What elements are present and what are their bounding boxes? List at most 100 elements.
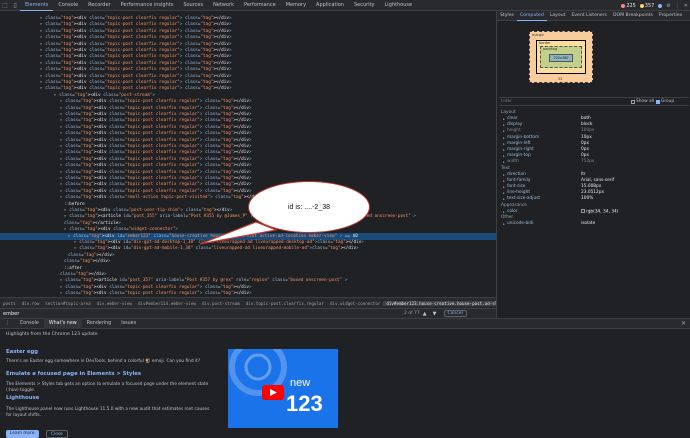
expand-arrow-icon[interactable]: ▸ <box>503 122 505 128</box>
expand-arrow-icon[interactable]: ▸ <box>503 128 505 134</box>
expand-arrow-icon[interactable]: ▸ <box>503 153 505 159</box>
expand-arrow-icon[interactable]: ▸ <box>503 147 505 153</box>
computed-property-row[interactable]: ▸ color rgb(34, 34, 34) <box>503 208 687 215</box>
close-devtools-icon[interactable]: ✕ <box>684 3 688 9</box>
promo-version-number: 123 <box>286 391 323 416</box>
more-menu-icon[interactable]: ⋮ <box>675 3 680 9</box>
computed-property-row[interactable]: ▸ margin-top 0px <box>503 153 687 159</box>
errors-badge[interactable]: 225 <box>621 3 636 9</box>
computed-property-row[interactable]: ▸ direction ltr <box>503 172 687 178</box>
elements-search-input[interactable] <box>0 309 400 318</box>
property-name: margin-left <box>507 140 531 146</box>
tab-performance-insights[interactable]: Performance insights <box>116 0 179 11</box>
computed-property-row[interactable]: ▸ unicode-bidi isolate <box>503 221 687 227</box>
dom-node-line[interactable]: ▸ class="tag"><div class="topic-post cle… <box>0 290 496 297</box>
box-model-padding-label: padding <box>543 47 558 51</box>
info-icon[interactable] <box>658 3 663 8</box>
property-value: 752px <box>581 159 595 165</box>
search-prev-icon[interactable]: ▲ <box>420 311 430 317</box>
inspect-icon[interactable]: ⬚ <box>0 0 10 10</box>
tab-console[interactable]: Console <box>53 0 83 11</box>
computed-property-row[interactable]: ▸ text-size-adjust 100% <box>503 196 687 202</box>
tab-lighthouse[interactable]: Lighthouse <box>380 0 418 11</box>
computed-section-header[interactable]: Text <box>501 166 510 171</box>
expand-arrow-icon[interactable]: ▸ <box>503 172 505 178</box>
breadcrumb-item[interactable]: div#ember123.house-creative.house-post.a… <box>383 300 496 306</box>
elements-tree[interactable]: ▸ class="tag"><div class="topic-post cle… <box>0 11 496 297</box>
breadcrumb-item[interactable]: div.ember-view <box>94 301 135 306</box>
drawer-tab-what-s-new[interactable]: What's new <box>43 318 82 329</box>
expand-arrow-icon[interactable]: ▸ <box>503 178 505 184</box>
side-tab-dom-breakpoints[interactable]: DOM Breakpoints <box>610 11 656 21</box>
drawer-menu-icon[interactable]: ⋮ <box>0 318 15 329</box>
computed-property-row[interactable]: ▸ height 100px <box>503 128 687 134</box>
tab-network[interactable]: Network <box>208 0 239 11</box>
breadcrumb-item[interactable]: div.post-stream <box>199 301 243 306</box>
drawer-tab-issues[interactable]: Issues <box>116 318 141 329</box>
search-cancel-button[interactable]: Cancel <box>443 310 467 317</box>
tab-memory[interactable]: Memory <box>281 0 311 11</box>
breadcrumb-item[interactable]: posts <box>0 301 19 306</box>
tab-performance[interactable]: Performance <box>239 0 281 11</box>
close-drawer-icon[interactable]: ✕ <box>681 320 686 327</box>
breadcrumb-item[interactable]: div.row <box>19 301 43 306</box>
warnings-badge[interactable]: 357 <box>639 3 654 9</box>
computed-section-header[interactable]: Appearance <box>501 203 527 208</box>
computed-property-row[interactable]: ▸ margin-bottom 10px <box>503 135 687 141</box>
expand-arrow-icon[interactable]: ▸ <box>503 116 505 122</box>
expand-arrow-icon[interactable]: ▸ <box>503 184 505 190</box>
computed-section-header[interactable]: Layout <box>501 110 516 115</box>
expand-arrow-icon[interactable]: ▸ <box>503 190 505 196</box>
whats-new-item-title-2[interactable]: Lighthouse <box>6 395 39 401</box>
tab-application[interactable]: Application <box>311 0 349 11</box>
search-next-icon[interactable]: ▼ <box>430 311 440 317</box>
property-name: text-size-adjust <box>507 196 541 202</box>
elements-search-bar: 2 of 77 ▲ ▼ Cancel <box>0 308 496 318</box>
learn-more-button[interactable]: Learn more <box>6 430 39 438</box>
drawer-tab-rendering[interactable]: Rendering <box>82 318 117 329</box>
drawer-tab-console[interactable]: Console <box>15 318 44 329</box>
breadcrumb-item[interactable]: div#ember114.ember-view <box>135 301 199 306</box>
property-name: unicode-bidi <box>507 220 534 226</box>
computed-property-row[interactable]: ▸ clear both <box>503 116 687 122</box>
computed-filter-input[interactable] <box>499 99 629 104</box>
close-button[interactable]: Close <box>46 430 68 438</box>
expand-arrow-icon[interactable]: ▸ <box>503 159 505 165</box>
box-model-content[interactable]: 720×380 <box>549 54 573 62</box>
device-toolbar-icon[interactable]: ▯ <box>10 0 20 10</box>
show-all-checkbox[interactable]: Show all <box>631 99 654 104</box>
expand-arrow-icon[interactable]: ▸ <box>503 221 505 227</box>
breadcrumb-item[interactable]: div.topic-post.clearfix.regular <box>243 301 327 306</box>
expand-arrow-icon[interactable]: ▸ <box>503 196 505 202</box>
computed-property-row[interactable]: ▸ display block <box>503 122 687 128</box>
settings-gear-icon[interactable]: ⚙ <box>666 3 670 9</box>
breadcrumb-item[interactable]: div.widget-connector <box>327 301 383 306</box>
box-model-padding: padding 720×380 <box>540 46 582 68</box>
group-checkbox[interactable]: Group <box>655 99 674 104</box>
chrome-123-promo-image[interactable]: new 123 <box>228 349 338 428</box>
side-tab-computed[interactable]: Computed <box>516 11 547 21</box>
whats-new-item-title-0[interactable]: Easter egg <box>6 349 38 355</box>
whats-new-item-title-1[interactable]: Emulate a focused page in Elements > Sty… <box>6 371 141 377</box>
computed-section-header[interactable]: Other <box>501 215 513 220</box>
expand-arrow-icon[interactable]: ▸ <box>503 141 505 147</box>
side-tab-event-listeners[interactable]: Event Listeners <box>568 11 610 21</box>
tab-recorder[interactable]: Recorder <box>83 0 115 11</box>
computed-property-row[interactable]: ▸ margin-left 0px <box>503 141 687 147</box>
computed-property-row[interactable]: ▸ width 752px <box>503 159 687 165</box>
side-tab-layout[interactable]: Layout <box>547 11 569 21</box>
panel-tab-list: Elements Console Recorder Performance insig… <box>20 0 417 11</box>
property-value: 10px <box>581 134 592 140</box>
expand-arrow-icon[interactable]: ▸ <box>503 209 505 215</box>
side-tab-properties[interactable]: Properties <box>656 11 685 21</box>
tab-elements[interactable]: Elements <box>20 0 54 11</box>
tab-security[interactable]: Security <box>349 0 380 11</box>
expand-arrow-icon[interactable]: ▸ <box>503 135 505 141</box>
tab-sources[interactable]: Sources <box>178 0 208 11</box>
color-swatch[interactable] <box>581 208 585 213</box>
warning-icon <box>639 3 644 8</box>
breadcrumb-item[interactable]: section#topic-area <box>42 301 93 306</box>
computed-property-row[interactable]: ▸ font-family Arial, sans-serif <box>503 178 687 184</box>
side-tab-styles[interactable]: Styles <box>497 11 517 21</box>
whats-new-highlight: Highlights from the Chrome 123 update <box>6 332 98 337</box>
